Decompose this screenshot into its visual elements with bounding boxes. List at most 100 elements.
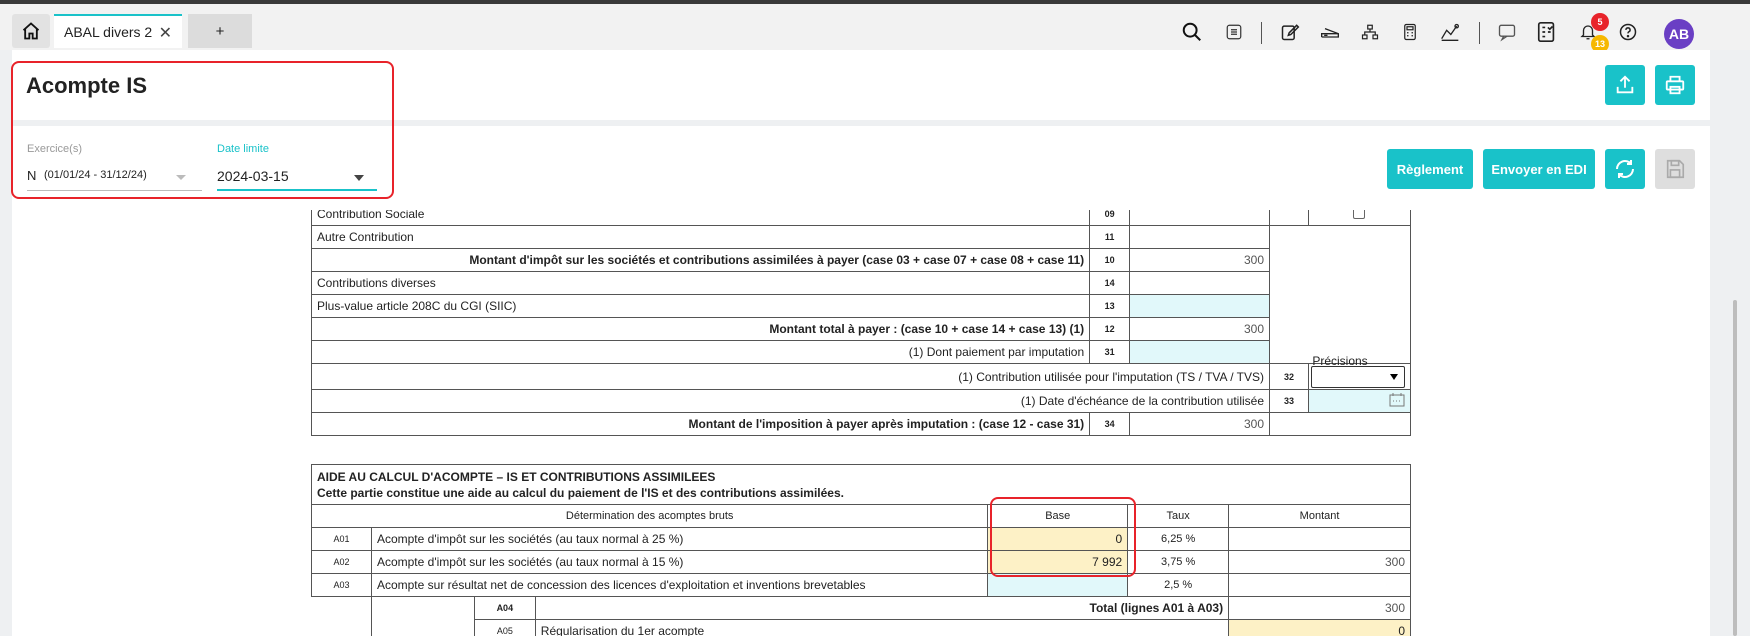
save-button[interactable] bbox=[1655, 149, 1695, 189]
scrollbar[interactable] bbox=[1733, 300, 1737, 636]
toolbar-separator bbox=[1479, 22, 1480, 44]
row-label: Régularisation du 1er acompte bbox=[534, 619, 1230, 636]
row-label: Contribution Sociale bbox=[310, 210, 1091, 226]
tab-abal-divers-2[interactable]: ABAL divers 2 ✕ bbox=[54, 14, 182, 48]
row-montant: 300 bbox=[1228, 550, 1411, 574]
form-top-table: Contribution Sociale 09 Autre Contributi… bbox=[310, 210, 1412, 436]
row-value[interactable] bbox=[1129, 210, 1270, 226]
row-label: Contributions diverses bbox=[310, 271, 1091, 295]
row-value-input[interactable] bbox=[1129, 340, 1270, 364]
row-montant bbox=[1228, 573, 1411, 597]
table-row: A05 Régularisation du 1er acompte 0 bbox=[312, 619, 1411, 636]
chat-icon[interactable] bbox=[1495, 20, 1519, 44]
annotation-highlight-base bbox=[990, 497, 1136, 577]
row-label: Plus-value article 208C du CGI (SIIC) bbox=[310, 294, 1091, 318]
checkbox-cell bbox=[1307, 210, 1412, 226]
home-button[interactable] bbox=[12, 14, 50, 48]
hierarchy-icon[interactable] bbox=[1358, 20, 1382, 44]
add-tab-button[interactable]: + bbox=[188, 14, 252, 48]
notification-count-badge: 5 bbox=[1591, 13, 1609, 31]
row-montant: 300 bbox=[1228, 596, 1411, 620]
row-label: Acompte d'impôt sur les sociétés (au tau… bbox=[370, 527, 989, 551]
row-code: A02 bbox=[311, 550, 372, 574]
table-row: A04 Total (lignes A01 à A03) 300 bbox=[312, 596, 1411, 636]
aide-subtitle: Cette partie constitue une aide au calcu… bbox=[317, 485, 844, 500]
row-taux: 6,25 % bbox=[1127, 527, 1230, 551]
table-header-row: Détermination des acomptes bruts Base Ta… bbox=[310, 504, 1411, 528]
row-num: 34 bbox=[1089, 412, 1131, 436]
envoyer-edi-button[interactable]: Envoyer en EDI bbox=[1483, 149, 1595, 189]
edit-icon[interactable] bbox=[1278, 20, 1302, 44]
row-num: 12 bbox=[1089, 317, 1131, 341]
table-row: Contribution Sociale 09 bbox=[310, 210, 1412, 226]
row-num: 33 bbox=[1269, 389, 1309, 413]
close-icon[interactable]: ✕ bbox=[159, 23, 172, 43]
table-row: Plus-value article 208C du CGI (SIIC) 13 bbox=[310, 294, 1411, 318]
row-code: A05 bbox=[473, 619, 536, 636]
table-row: Montant d'impôt sur les sociétés et cont… bbox=[310, 248, 1411, 272]
row-code: A01 bbox=[311, 527, 372, 551]
table-row: Contributions diverses 14 bbox=[310, 271, 1411, 295]
contribution-select[interactable] bbox=[1310, 365, 1405, 388]
row-value: 300 bbox=[1129, 317, 1270, 341]
table-row: A03 Acompte sur résultat net de concessi… bbox=[311, 573, 1411, 597]
precisions-label: Précisions bbox=[1312, 354, 1368, 368]
row-montant bbox=[1228, 527, 1411, 551]
row-label: Acompte sur résultat net de concession d… bbox=[370, 573, 989, 597]
row-value-input[interactable] bbox=[1129, 294, 1270, 318]
row-label: (1) Date d'échéance de la contribution u… bbox=[311, 389, 1270, 413]
avatar[interactable]: AB bbox=[1664, 19, 1694, 49]
row-label: Montant total à payer : (case 10 + case … bbox=[310, 317, 1091, 341]
task-list-icon[interactable] bbox=[1535, 20, 1559, 44]
row-value[interactable] bbox=[1129, 271, 1270, 295]
row-value: 300 bbox=[1129, 412, 1270, 436]
aide-header: AIDE AU CALCUL D'ACOMPTE – IS ET CONTRIB… bbox=[311, 464, 1411, 505]
row-value[interactable] bbox=[1129, 225, 1270, 249]
table-row: (1) Dont paiement par imputation 31 bbox=[310, 340, 1411, 364]
date-echeance-input[interactable] bbox=[1307, 389, 1412, 413]
table-row: Autre Contribution 11 bbox=[310, 225, 1411, 364]
checkbox[interactable] bbox=[1353, 210, 1366, 219]
keyboard-shortcut-icon[interactable] bbox=[1222, 20, 1246, 44]
tab-label: ABAL divers 2 bbox=[64, 24, 153, 40]
column-header-montant: Montant bbox=[1228, 504, 1411, 528]
calculator-icon[interactable] bbox=[1398, 20, 1422, 44]
calendar-icon[interactable] bbox=[1389, 392, 1405, 407]
table-row: (1) Contribution utilisée pour l'imputat… bbox=[311, 363, 1412, 390]
reglement-button[interactable]: Règlement bbox=[1387, 149, 1473, 189]
row-taux: 3,75 % bbox=[1127, 550, 1230, 574]
annotation-highlight-header bbox=[11, 61, 394, 199]
table-row: A02 Acompte d'impôt sur les sociétés (au… bbox=[311, 550, 1411, 574]
upload-icon bbox=[1616, 75, 1634, 94]
row-num: 14 bbox=[1089, 271, 1131, 295]
row-label: Montant de l'imposition à payer après im… bbox=[310, 412, 1091, 436]
aide-title: AIDE AU CALCUL D'ACOMPTE – IS ET CONTRIB… bbox=[317, 469, 716, 484]
table-row: (1) Date d'échéance de la contribution u… bbox=[311, 389, 1412, 413]
tab-bar: ABAL divers 2 ✕ + 5 13 AB bbox=[0, 4, 1750, 53]
help-icon[interactable] bbox=[1616, 20, 1640, 44]
column-header-taux: Taux bbox=[1127, 504, 1230, 528]
table-row: Montant total à payer : (case 10 + case … bbox=[310, 317, 1411, 341]
aide-calcul-table: AIDE AU CALCUL D'ACOMPTE – IS ET CONTRIB… bbox=[310, 464, 1411, 636]
export-button[interactable] bbox=[1605, 65, 1645, 105]
row-num: 09 bbox=[1089, 210, 1131, 226]
row-label: (1) Dont paiement par imputation bbox=[310, 340, 1091, 364]
analytics-icon[interactable] bbox=[1438, 20, 1462, 44]
refresh-button[interactable] bbox=[1605, 149, 1645, 189]
row-code: A04 bbox=[473, 596, 536, 620]
row-label: Montant d'impôt sur les sociétés et cont… bbox=[310, 248, 1091, 272]
regularisation-input[interactable]: 0 bbox=[1228, 619, 1411, 636]
row-num: 11 bbox=[1089, 225, 1131, 249]
table-row: A01 Acompte d'impôt sur les sociétés (au… bbox=[311, 527, 1411, 551]
print-button[interactable] bbox=[1655, 65, 1695, 105]
search-icon[interactable] bbox=[1180, 20, 1204, 44]
column-header-determination: Détermination des acomptes bruts bbox=[310, 504, 989, 528]
table-row: Montant de l'imposition à payer après im… bbox=[310, 412, 1411, 436]
home-icon bbox=[22, 22, 40, 40]
row-code: A03 bbox=[311, 573, 372, 597]
row-label: Acompte d'impôt sur les sociétés (au tau… bbox=[370, 550, 989, 574]
row-label: Total (lignes A01 à A03) bbox=[534, 596, 1230, 620]
scanner-icon[interactable] bbox=[1318, 20, 1342, 44]
row-num: 13 bbox=[1089, 294, 1131, 318]
row-num: 31 bbox=[1089, 340, 1131, 364]
